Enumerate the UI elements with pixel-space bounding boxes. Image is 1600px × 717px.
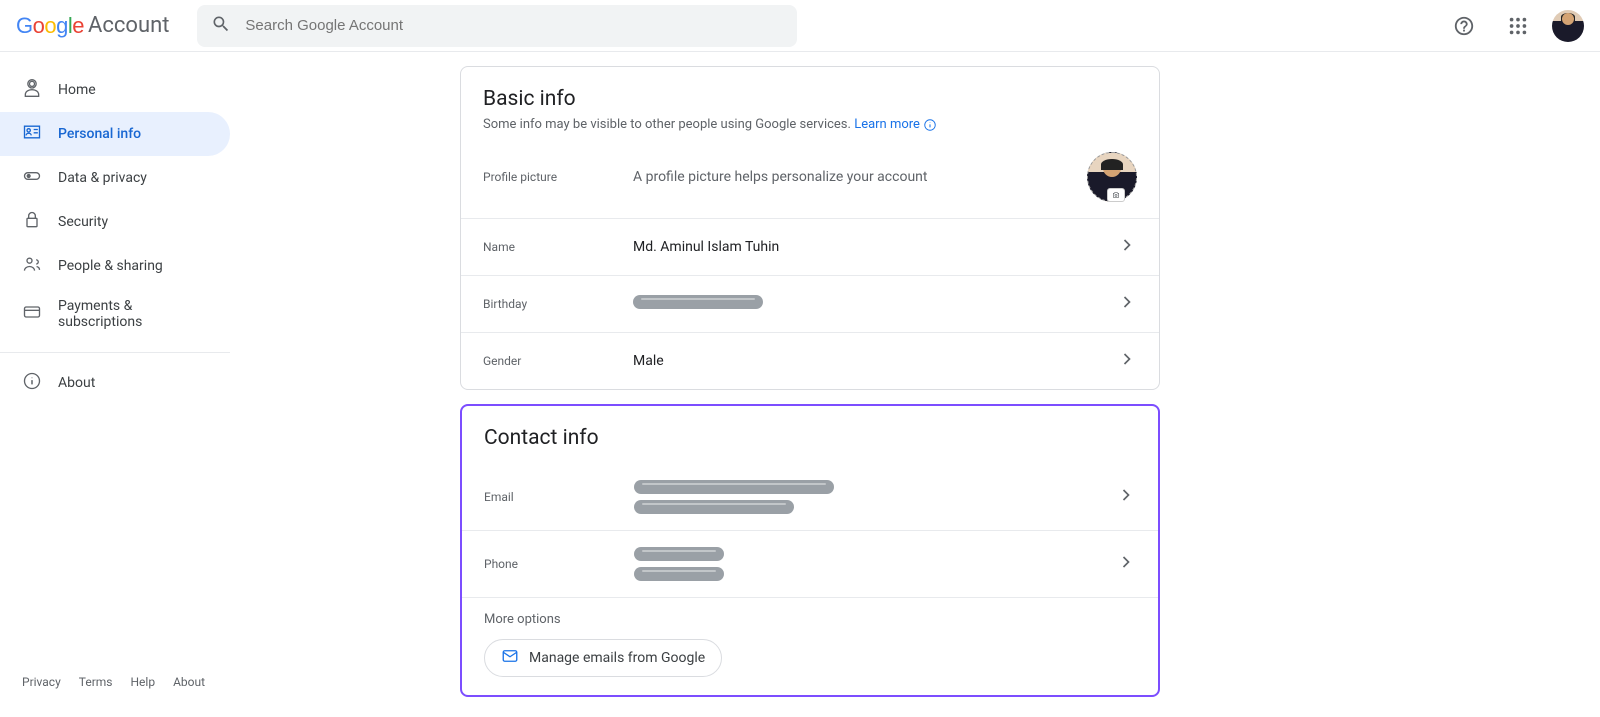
help-icon[interactable] [1444,6,1484,46]
profile-picture-row[interactable]: Profile picture A profile picture helps … [461,142,1159,218]
sidebar-item-security[interactable]: Security [0,200,230,244]
contact-info-card: Contact info Email Phone More opt [460,404,1160,697]
footer-about-link[interactable]: About [173,675,205,689]
phone-row[interactable]: Phone [462,530,1158,597]
manage-emails-button[interactable]: Manage emails from Google [484,639,722,677]
info-icon [923,118,937,132]
card-title: Basic info [483,87,1137,111]
id-card-icon [22,122,42,146]
home-icon [22,78,42,102]
redacted-value [633,295,763,309]
card-title: Contact info [484,426,1136,450]
footer-privacy-link[interactable]: Privacy [22,675,61,689]
name-row[interactable]: Name Md. Aminul Islam Tuhin [461,218,1159,275]
google-wordmark: Google [16,13,84,39]
row-value [633,295,1117,313]
card-icon [22,302,42,326]
sidebar-item-payments[interactable]: Payments & subscriptions [0,288,230,340]
lock-icon [22,210,42,234]
search-input[interactable] [245,17,783,34]
redacted-value [634,547,724,561]
search-icon [211,14,231,38]
row-value: Md. Aminul Islam Tuhin [633,239,1117,255]
mail-icon [501,647,519,669]
subtitle-text: Some info may be visible to other people… [483,117,854,132]
gender-row[interactable]: Gender Male [461,332,1159,389]
sidebar-item-label: Payments & subscriptions [58,298,206,330]
more-options-section: More options Manage emails from Google [462,597,1158,695]
sidebar-item-label: Security [58,214,108,230]
sidebar-item-label: About [58,375,95,391]
row-description: A profile picture helps personalize your… [633,169,1087,185]
product-name: Account [88,13,169,38]
redacted-value [634,567,724,581]
button-label: Manage emails from Google [529,650,705,666]
camera-icon [1107,188,1125,202]
info-icon [22,371,42,395]
more-options-label: More options [484,612,1136,627]
chevron-right-icon [1116,485,1136,509]
sidebar-divider [0,352,230,353]
sidebar-item-label: Data & privacy [58,170,147,186]
email-row[interactable]: Email [462,464,1158,530]
footer-terms-link[interactable]: Terms [79,675,113,689]
redacted-value [634,480,834,494]
profile-picture[interactable] [1087,152,1137,202]
row-label: Birthday [483,297,633,311]
chevron-right-icon [1117,349,1137,373]
google-logo[interactable]: Google Account [16,13,169,39]
search-bar[interactable] [197,5,797,47]
account-avatar[interactable] [1552,10,1584,42]
apps-icon[interactable] [1498,6,1538,46]
row-value [634,547,1116,581]
row-label: Profile picture [483,170,633,184]
sidebar-item-label: People & sharing [58,258,163,274]
row-value [634,480,1116,514]
learn-more-link[interactable]: Learn more [854,117,920,132]
sidebar-item-label: Personal info [58,126,141,142]
sidebar-item-about[interactable]: About [0,361,230,405]
card-subtitle: Some info may be visible to other people… [483,117,1137,132]
row-label: Phone [484,557,634,571]
row-label: Gender [483,354,633,368]
header-actions [1444,6,1584,46]
sidebar: Home Personal info Data & privacy Securi… [0,52,260,717]
row-label: Name [483,240,633,254]
redacted-value [634,500,794,514]
sidebar-item-personal-info[interactable]: Personal info [0,112,230,156]
birthday-row[interactable]: Birthday [461,275,1159,332]
sidebar-item-home[interactable]: Home [0,68,230,112]
chevron-right-icon [1116,552,1136,576]
chevron-right-icon [1117,235,1137,259]
row-label: Email [484,490,634,504]
toggle-icon [22,166,42,190]
sidebar-item-people-sharing[interactable]: People & sharing [0,244,230,288]
header: Google Account [0,0,1600,52]
chevron-right-icon [1117,292,1137,316]
footer: Privacy Terms Help About [22,675,205,689]
sidebar-item-data-privacy[interactable]: Data & privacy [0,156,230,200]
row-value: Male [633,353,1117,369]
basic-info-card: Basic info Some info may be visible to o… [460,66,1160,390]
main-content: Basic info Some info may be visible to o… [460,52,1600,717]
footer-help-link[interactable]: Help [131,675,156,689]
people-icon [22,254,42,278]
sidebar-item-label: Home [58,82,96,98]
